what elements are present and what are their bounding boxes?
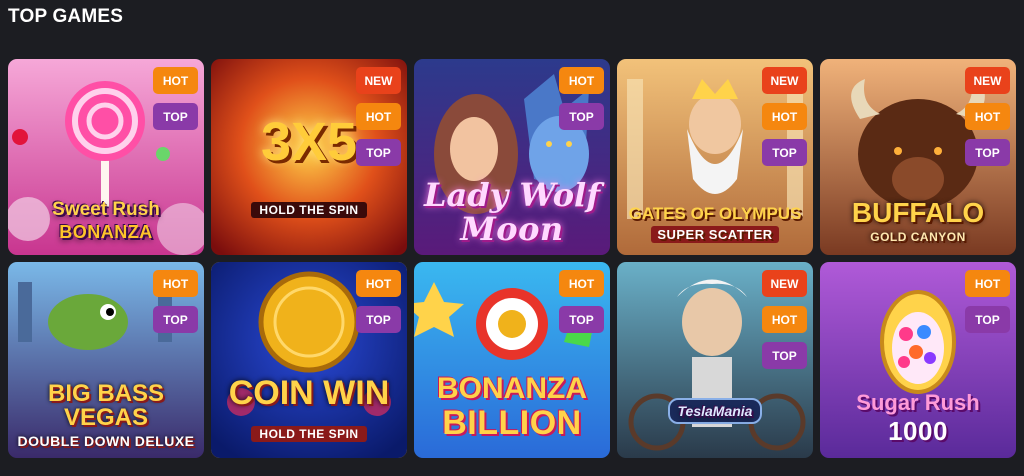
top-badge: TOP <box>356 139 401 166</box>
game-title: Lady Wolf Moon <box>424 176 600 248</box>
game-card-bonanza-billion[interactable]: BONANZA BILLION HOT TOP <box>414 262 610 458</box>
top-badge: TOP <box>965 139 1010 166</box>
badge-stack: HOT TOP <box>356 270 401 333</box>
game-card-sweet-rush-bonanza[interactable]: Sweet Rush BONANZA HOT TOP <box>8 59 204 255</box>
badge-stack: HOT TOP <box>559 270 604 333</box>
game-card-buffalo-gold-canyon[interactable]: BUFFALO GOLD CANYON NEW HOT TOP <box>820 59 1016 255</box>
hot-badge: HOT <box>356 103 401 130</box>
game-title: Sugar Rush 1000 <box>856 390 980 446</box>
top-badge: TOP <box>559 103 604 130</box>
top-badge: TOP <box>153 103 198 130</box>
hot-badge: HOT <box>965 103 1010 130</box>
new-badge: NEW <box>965 67 1010 94</box>
top-badge: TOP <box>559 306 604 333</box>
badge-stack: NEW HOT TOP <box>356 67 401 166</box>
hot-badge: HOT <box>356 270 401 297</box>
hot-badge: HOT <box>965 270 1010 297</box>
hot-badge: HOT <box>559 270 604 297</box>
game-card-teslamania[interactable]: TeslaMania NEW HOT TOP <box>617 262 813 458</box>
hot-badge: HOT <box>153 67 198 94</box>
badge-stack: NEW HOT TOP <box>965 67 1010 166</box>
game-card-big-bass-vegas-double-down-deluxe[interactable]: BIG BASS VEGAS DOUBLE DOWN DELUXE HOT TO… <box>8 262 204 458</box>
top-badge: TOP <box>762 139 807 166</box>
game-title: Sweet Rush BONANZA <box>52 199 160 242</box>
badge-stack: HOT TOP <box>153 270 198 333</box>
game-title: GATES OF OLYMPUS SUPER SCATTER <box>628 204 802 243</box>
games-grid: Sweet Rush BONANZA HOT TOP 3X5 HOLD THE … <box>8 59 1016 458</box>
game-card-3x5-hold-the-spin[interactable]: 3X5 HOLD THE SPIN NEW HOT TOP <box>211 59 407 255</box>
badge-stack: HOT TOP <box>153 67 198 130</box>
badge-stack: HOT TOP <box>559 67 604 130</box>
top-badge: TOP <box>762 342 807 369</box>
game-title: BONANZA BILLION <box>437 372 587 442</box>
hot-badge: HOT <box>762 103 807 130</box>
game-card-gates-of-olympus-super-scatter[interactable]: GATES OF OLYMPUS SUPER SCATTER NEW HOT T… <box>617 59 813 255</box>
hot-badge: HOT <box>559 67 604 94</box>
badge-stack: NEW HOT TOP <box>762 270 807 369</box>
game-title: TeslaMania <box>617 398 813 424</box>
hot-badge: HOT <box>153 270 198 297</box>
new-badge: NEW <box>762 67 807 94</box>
game-title: COIN WIN HOLD THE SPIN <box>228 374 390 442</box>
section-title: TOP GAMES <box>8 6 124 27</box>
top-badge: TOP <box>153 306 198 333</box>
hot-badge: HOT <box>762 306 807 333</box>
game-title: BIG BASS VEGAS DOUBLE DOWN DELUXE <box>17 380 195 449</box>
game-card-lady-wolf-moon[interactable]: Lady Wolf Moon HOT TOP <box>414 59 610 255</box>
badge-stack: NEW HOT TOP <box>762 67 807 166</box>
new-badge: NEW <box>356 67 401 94</box>
top-badge: TOP <box>356 306 401 333</box>
game-card-coin-win-hold-the-spin[interactable]: COIN WIN HOLD THE SPIN HOT TOP <box>211 262 407 458</box>
game-title: BUFFALO GOLD CANYON <box>851 197 985 244</box>
game-card-sugar-rush-1000[interactable]: Sugar Rush 1000 HOT TOP <box>820 262 1016 458</box>
top-badge: TOP <box>965 306 1010 333</box>
new-badge: NEW <box>762 270 807 297</box>
badge-stack: HOT TOP <box>965 270 1010 333</box>
